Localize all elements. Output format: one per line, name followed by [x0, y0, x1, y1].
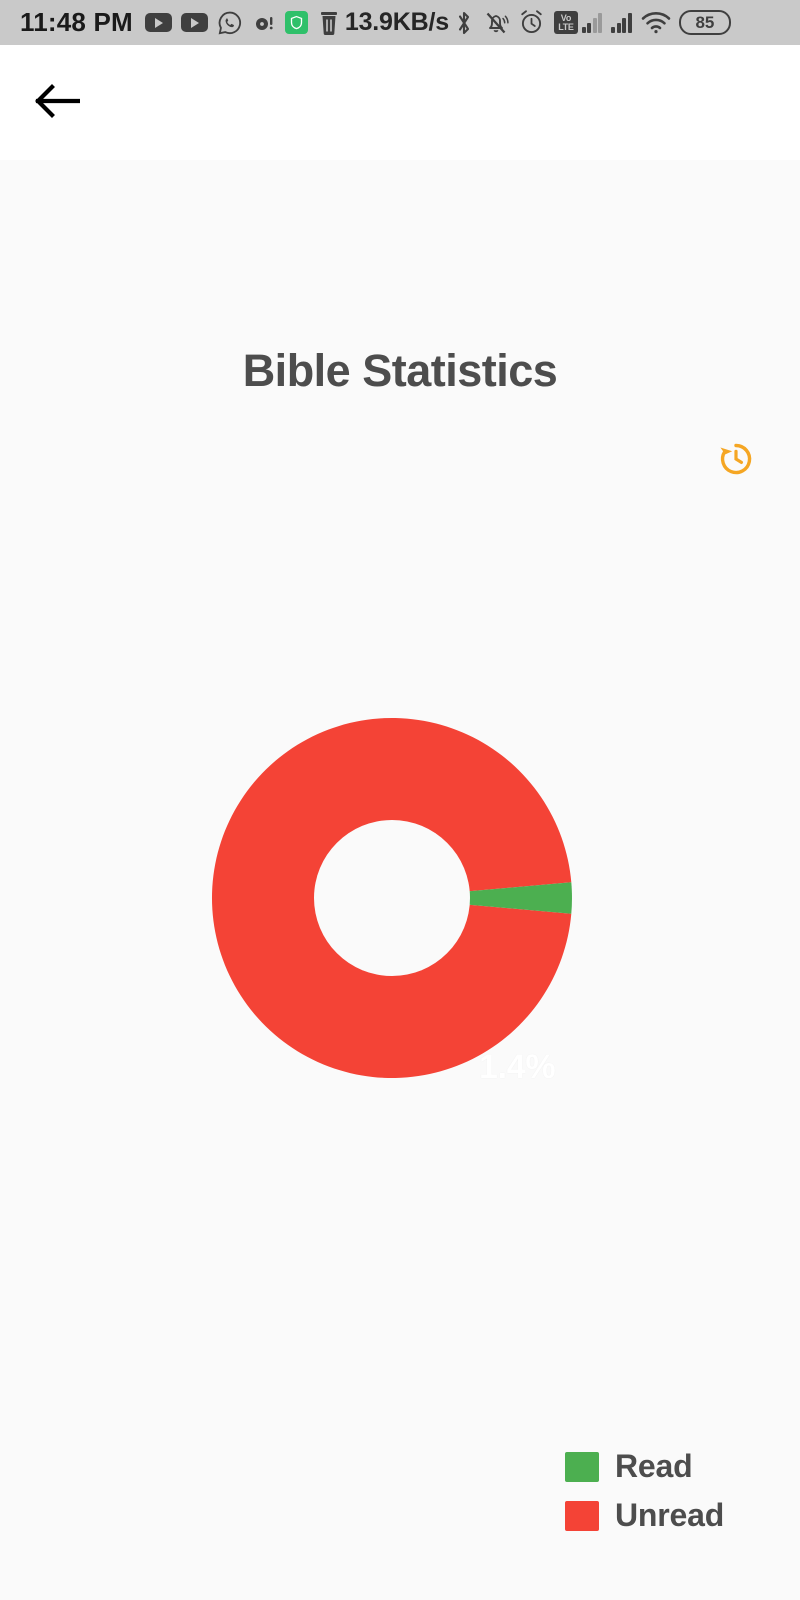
mi-security-icon	[284, 0, 308, 45]
trash-icon	[317, 0, 341, 45]
back-button[interactable]	[24, 71, 90, 133]
status-bar-clock: 11:48 PM	[20, 7, 133, 37]
donut-hole	[314, 820, 470, 976]
arrow-left-icon	[34, 83, 81, 122]
network-speed-label: 13.9KB/s	[344, 8, 449, 36]
alarm-clock-icon	[518, 0, 545, 45]
legend-swatch-read	[565, 1451, 599, 1482]
legend-label-read: Read	[615, 1448, 693, 1484]
whatsapp-icon	[217, 0, 243, 45]
legend-item-read[interactable]: Read	[565, 1448, 724, 1485]
app-bar	[0, 45, 800, 160]
donut-slice-read	[392, 882, 572, 914]
donut-slice-label-read: 1.4%	[479, 1048, 556, 1086]
youtube-icon	[180, 0, 208, 45]
statistics-screen: Bible Statistics 1.4% Read Unread	[0, 160, 800, 1600]
youtube-icon	[144, 0, 172, 45]
donut-slice-unread	[211, 718, 572, 1078]
page-title: Bible Statistics	[242, 345, 558, 396]
wifi-icon	[641, 0, 671, 45]
voice-recorder-alert-icon	[252, 0, 276, 45]
donut-chart-svg	[211, 718, 572, 1078]
legend-swatch-unread	[565, 1500, 599, 1531]
bluetooth-icon	[454, 0, 474, 45]
signal-bars-sim2-icon	[611, 0, 632, 45]
battery-icon: 85	[671, 0, 731, 45]
bell-muted-icon	[483, 0, 509, 45]
battery-level-label: 85	[695, 12, 715, 32]
history-clock-icon	[716, 439, 756, 482]
status-bar: 11:48 PM 13.9KB/s Vo LTE 85	[0, 0, 800, 45]
volte-bottom-label: LTE	[558, 21, 574, 32]
legend-item-unread[interactable]: Unread	[565, 1497, 724, 1534]
history-button[interactable]	[713, 437, 759, 483]
signal-bars-sim1-icon	[581, 0, 603, 45]
legend-label-unread: Unread	[615, 1497, 725, 1533]
volte-icon: Vo LTE	[553, 0, 578, 45]
chart-legend: Read Unread	[565, 1448, 724, 1534]
